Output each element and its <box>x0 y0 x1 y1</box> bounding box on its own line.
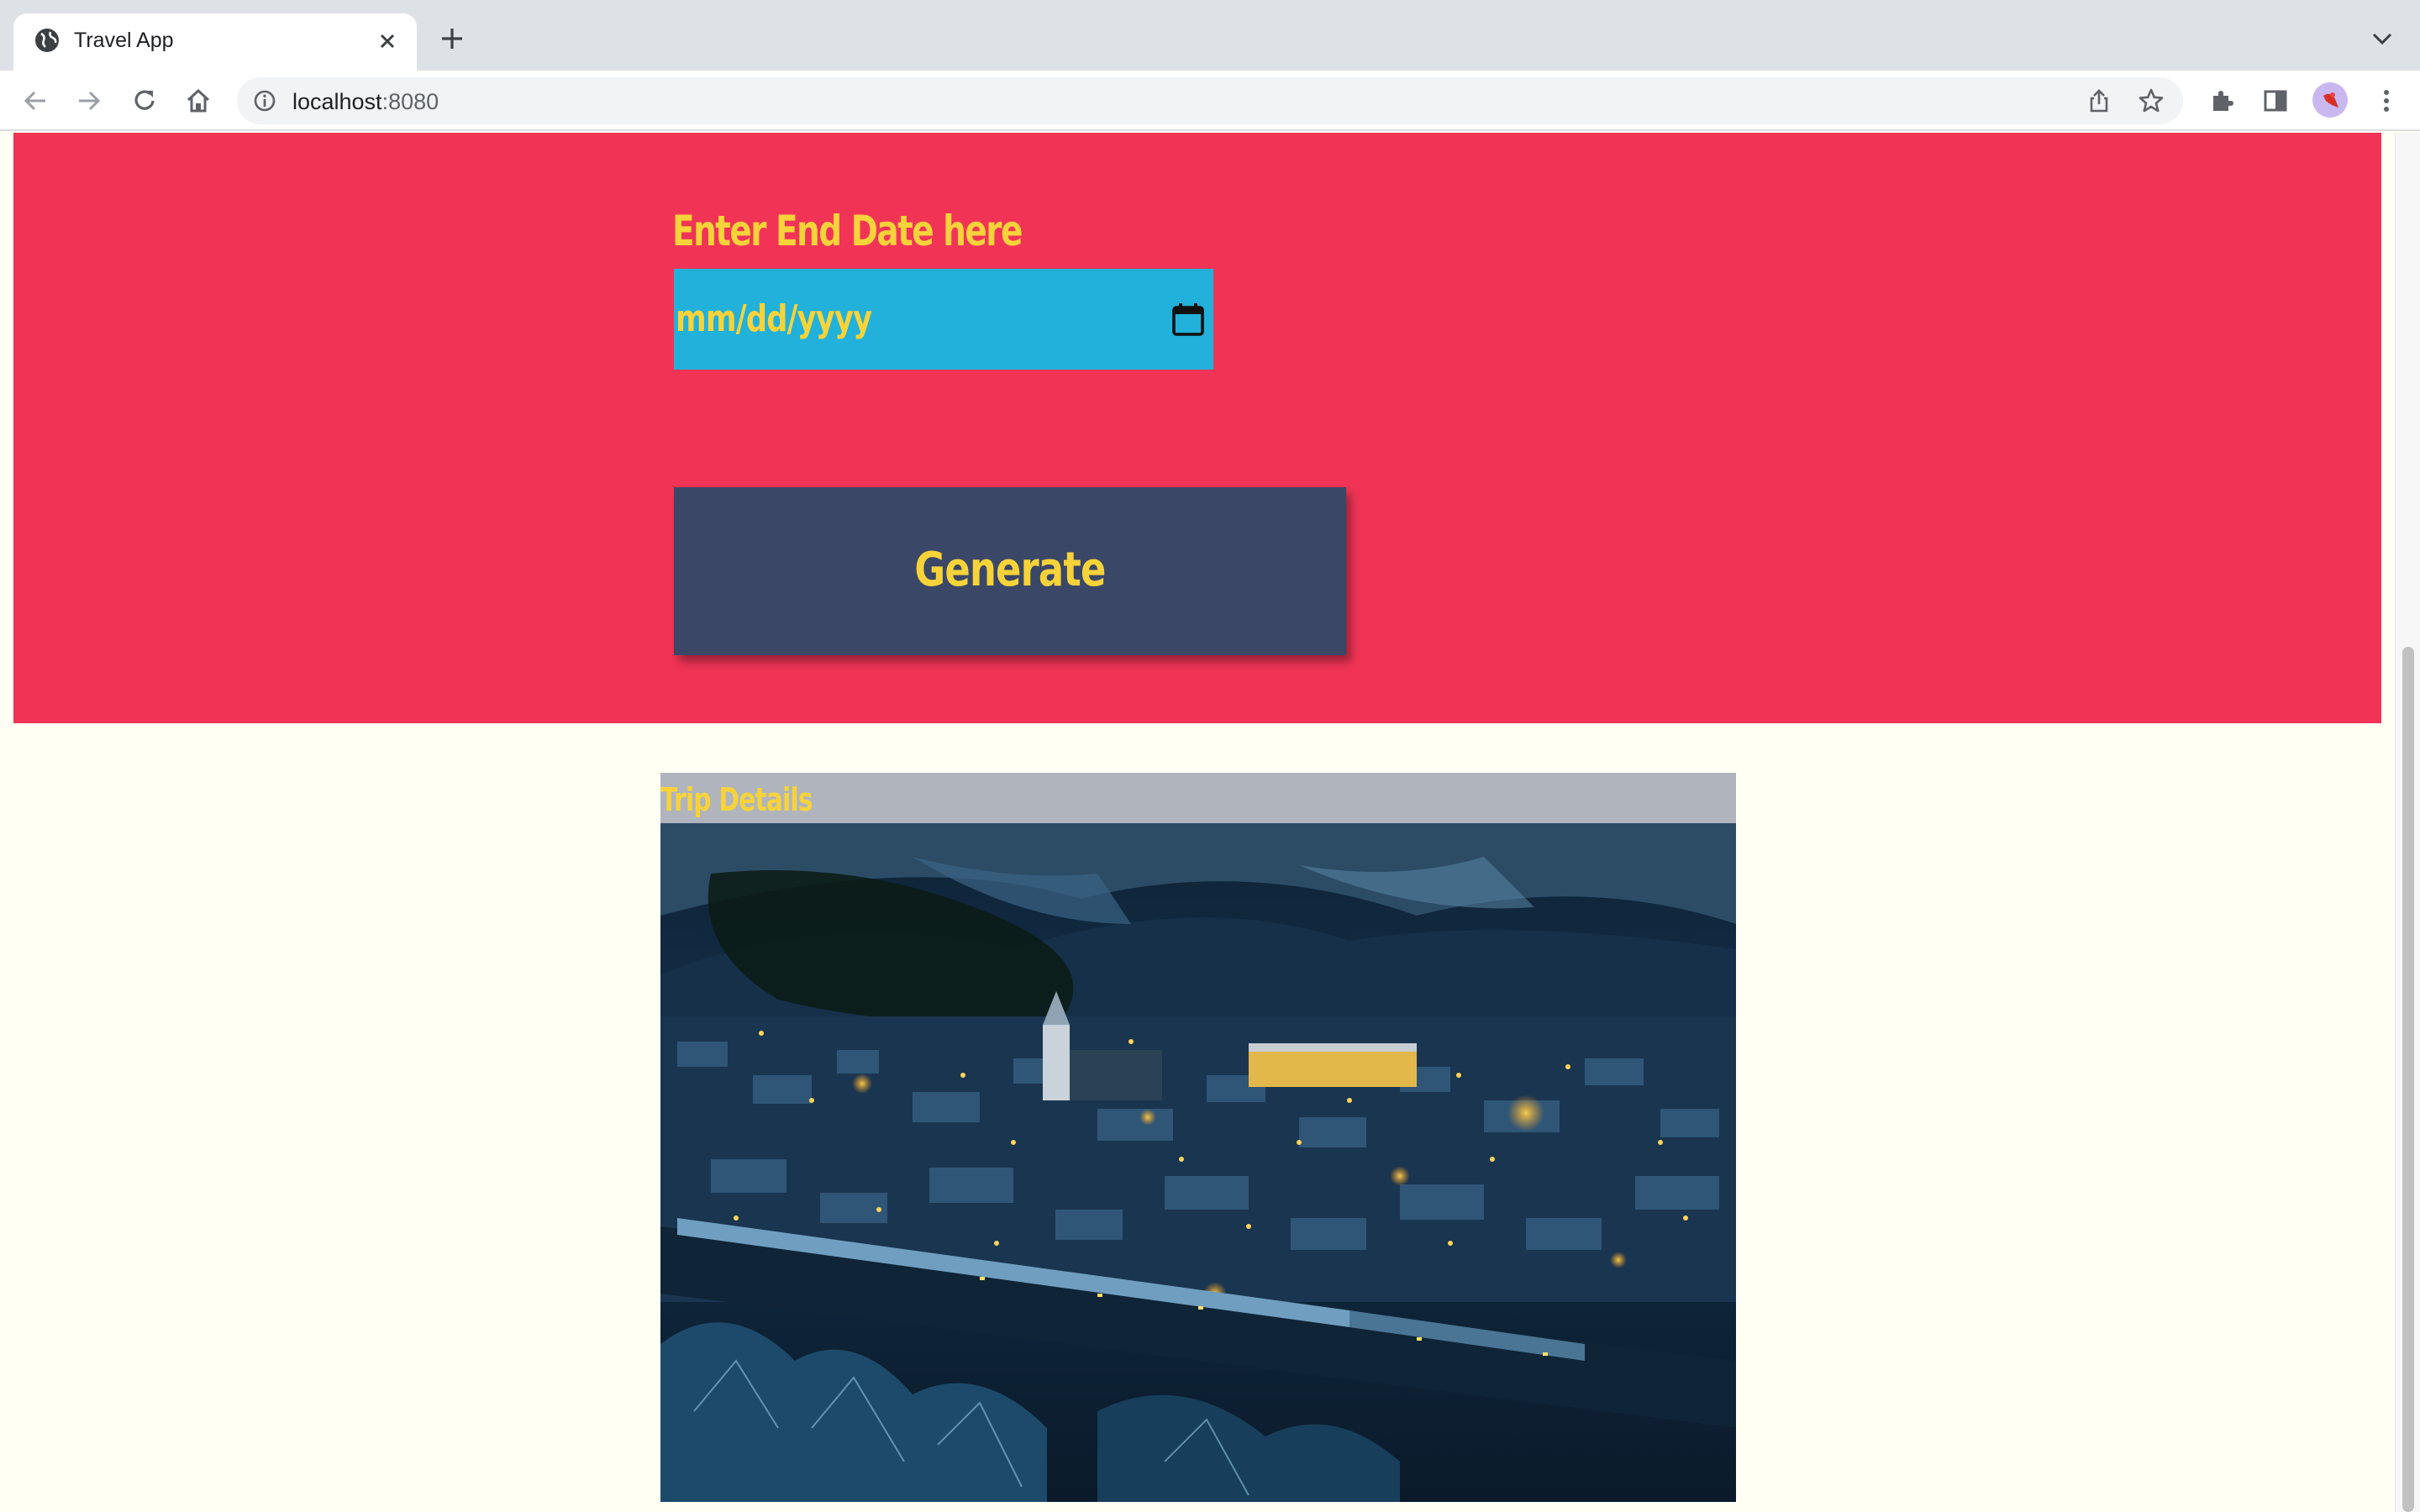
generate-button-label: Generate <box>914 543 1106 597</box>
chevron-down-icon[interactable] <box>2370 29 2395 49</box>
share-icon[interactable] <box>2086 87 2112 114</box>
page-scrollbar[interactable] <box>2395 133 2420 1512</box>
tab-title: Travel App <box>74 29 174 52</box>
trip-details-card: Trip Details <box>660 773 1736 1512</box>
date-placeholder: mm/dd/yyyy <box>676 297 872 340</box>
close-icon[interactable] <box>375 29 400 54</box>
globe-icon <box>35 29 59 52</box>
new-tab-plus-icon[interactable] <box>439 25 466 52</box>
trip-details-header: Trip Details <box>660 773 1736 823</box>
page-viewport: Enter End Date here mm/dd/yyyy Generate … <box>0 133 2420 1512</box>
bird-icon <box>2323 92 2338 108</box>
browser-tab[interactable]: Travel App <box>13 13 417 71</box>
trip-details-title: Trip Details <box>660 781 813 818</box>
end-date-input[interactable]: mm/dd/yyyy <box>674 269 1213 370</box>
tab-strip: Travel App <box>0 0 2420 71</box>
extensions-puzzle-icon[interactable] <box>2207 86 2237 116</box>
home-icon[interactable] <box>183 86 213 116</box>
bookmark-star-icon[interactable] <box>2138 87 2165 114</box>
browser-toolbar: localhost:8080 <box>0 71 2420 131</box>
address-bar[interactable]: localhost:8080 <box>237 77 2183 124</box>
trip-form-section: Enter End Date here mm/dd/yyyy Generate <box>13 133 2381 723</box>
url-text: localhost:8080 <box>292 89 439 114</box>
forward-arrow-icon[interactable] <box>74 86 104 116</box>
profile-avatar[interactable] <box>2312 82 2348 118</box>
end-date-label: Enter End Date here <box>672 207 1023 255</box>
side-panel-icon[interactable] <box>2260 86 2291 116</box>
info-icon[interactable] <box>252 88 277 113</box>
reload-icon[interactable] <box>129 86 160 116</box>
scrollbar-thumb[interactable] <box>2402 647 2414 1512</box>
back-arrow-icon[interactable] <box>20 86 50 116</box>
generate-button[interactable]: Generate <box>674 487 1346 655</box>
calendar-icon[interactable] <box>1170 301 1207 338</box>
destination-photo <box>660 823 1736 1502</box>
menu-kebab-icon[interactable] <box>2371 86 2402 116</box>
